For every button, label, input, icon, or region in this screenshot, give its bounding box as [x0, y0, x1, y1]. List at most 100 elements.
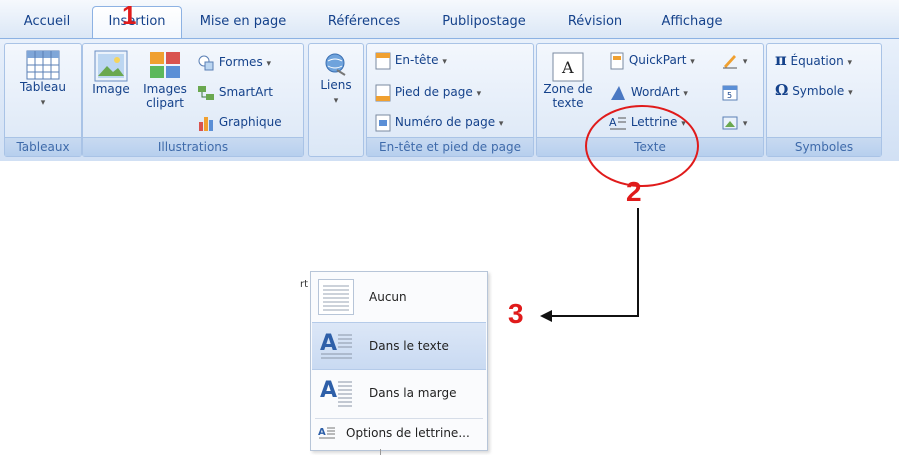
chevron-down-icon: ▾ — [848, 88, 853, 98]
smartart-label: SmartArt — [218, 85, 273, 99]
images-clipart-label-2: clipart — [146, 96, 184, 110]
dropcap-option-aucun-label: Aucun — [369, 290, 407, 304]
tableau-button[interactable]: Tableau ▾ — [9, 50, 77, 110]
dropcap-option-dans-le-texte-label: Dans le texte — [369, 339, 449, 353]
menu-separator — [315, 418, 483, 419]
graphique-button[interactable]: Graphique — [197, 112, 282, 132]
tab-mise-en-page[interactable]: Mise en page — [196, 10, 290, 34]
chevron-down-icon: ▾ — [333, 96, 339, 106]
clipart-icon — [150, 52, 180, 78]
chevron-down-icon: ▾ — [742, 119, 748, 129]
annotation-step-3: 3 — [508, 298, 524, 329]
drop-cap-in-text-icon: A — [320, 331, 352, 359]
pi-icon: π — [775, 50, 787, 69]
omega-icon: Ω — [775, 81, 789, 99]
annotation-arrow — [540, 208, 639, 322]
object-icon — [722, 116, 738, 129]
formes-label: Formes — [218, 55, 263, 69]
image-button[interactable]: Image — [87, 50, 135, 96]
tableau-label: Tableau — [20, 80, 66, 94]
footer-icon — [375, 84, 391, 101]
chevron-down-icon: ▾ — [690, 57, 695, 67]
tab-insertion[interactable]: Insertion — [92, 6, 182, 39]
quickpart-icon — [610, 52, 624, 69]
smartart-button[interactable]: SmartArt — [197, 82, 273, 102]
group-caption-symboles: Symboles — [767, 137, 881, 156]
options-de-lettrine-item[interactable]: A Options de lettrine... — [312, 421, 486, 445]
annotation-step-1: 1 — [122, 0, 137, 30]
drop-cap-options-icon: A — [318, 427, 335, 439]
chevron-down-icon: ▾ — [683, 89, 688, 99]
tab-affichage[interactable]: Affichage — [650, 10, 734, 34]
pied-de-page-label: Pied de page — [394, 85, 473, 99]
group-entete-pied: En-tête ▾ Pied de page ▾ Numéro de page … — [366, 43, 534, 157]
drop-cap-none-icon — [318, 279, 354, 315]
header-icon — [375, 52, 391, 69]
smartart-icon — [198, 85, 214, 100]
annotation-circle — [585, 105, 699, 187]
zone-de-texte-label-2: texte — [552, 96, 584, 110]
document-edge — [380, 449, 381, 455]
group-illustrations: Image Images clipart Formes ▾ SmartArt G… — [82, 43, 304, 157]
quickpart-button[interactable]: QuickPart ▾ — [609, 50, 695, 70]
symbole-label: Symbole — [792, 84, 845, 98]
signature-line-button[interactable]: ▾ — [721, 50, 747, 70]
svg-text:A: A — [320, 378, 337, 403]
symbole-button[interactable]: Ω Symbole ▾ — [775, 80, 853, 100]
chevron-down-icon: ▾ — [442, 57, 447, 67]
numero-de-page-label: Numéro de page — [394, 115, 496, 129]
group-caption-illustrations: Illustrations — [83, 137, 303, 156]
dropcap-option-dans-la-marge[interactable]: A Dans la marge — [312, 370, 486, 416]
formes-button[interactable]: Formes ▾ — [197, 52, 271, 72]
svg-text:5: 5 — [727, 91, 732, 100]
shapes-icon — [198, 55, 214, 70]
tab-references[interactable]: Références — [320, 10, 408, 34]
group-tableaux: Tableau ▾ Tableaux — [4, 43, 82, 157]
chevron-down-icon: ▾ — [40, 98, 46, 108]
signature-icon — [723, 54, 737, 68]
annotation-step-2: 2 — [626, 176, 642, 207]
group-caption-tableaux: Tableaux — [5, 137, 81, 156]
group-liens: Liens ▾ — [308, 43, 364, 157]
liens-button[interactable]: Liens ▾ — [312, 52, 360, 108]
entete-label: En-tête — [394, 53, 439, 67]
text-box-icon: A — [552, 52, 584, 82]
picture-icon — [94, 50, 128, 82]
group-symboles: π Équation ▾ Ω Symbole ▾ Symboles — [766, 43, 882, 157]
chart-icon — [199, 116, 213, 131]
object-button[interactable]: ▾ — [721, 112, 747, 132]
dropcap-option-aucun[interactable]: Aucun — [312, 274, 486, 320]
dropcap-option-dans-la-marge-label: Dans la marge — [369, 386, 457, 400]
ribbon: Tableau ▾ Tableaux Image Images clipart — [0, 38, 899, 161]
equation-label: Équation — [790, 54, 844, 68]
dropcap-option-dans-le-texte[interactable]: A Dans le texte — [312, 322, 486, 370]
globe-link-icon — [325, 53, 346, 76]
entete-button[interactable]: En-tête ▾ — [375, 50, 447, 70]
svg-text:A: A — [318, 427, 326, 438]
liens-label: Liens — [320, 78, 352, 92]
lettrine-dropdown-menu: Aucun A Dans le texte A Dans la marge A … — [310, 271, 488, 451]
image-label: Image — [92, 82, 130, 96]
graphique-label: Graphique — [218, 115, 282, 129]
table-icon — [26, 50, 60, 80]
wordart-label: WordArt — [630, 85, 680, 99]
svg-text:A: A — [561, 58, 574, 77]
wordart-icon — [611, 85, 625, 100]
options-de-lettrine-label: Options de lettrine... — [346, 426, 470, 440]
images-clipart-button[interactable]: Images clipart — [139, 50, 191, 110]
chevron-down-icon: ▾ — [266, 59, 272, 69]
chevron-down-icon: ▾ — [476, 89, 482, 99]
group-caption-entete: En-tête et pied de page — [367, 137, 533, 156]
tab-revision[interactable]: Révision — [558, 10, 632, 34]
calendar-icon: 5 — [722, 85, 738, 100]
tab-publipostage[interactable]: Publipostage — [434, 10, 534, 34]
quickpart-label: QuickPart — [628, 53, 687, 67]
zone-de-texte-button[interactable]: A Zone de texte — [541, 52, 595, 110]
numero-de-page-button[interactable]: Numéro de page ▾ — [375, 112, 503, 132]
pied-de-page-button[interactable]: Pied de page ▾ — [375, 82, 481, 102]
wordart-button[interactable]: WordArt ▾ — [609, 82, 688, 102]
date-time-button[interactable]: 5 — [721, 82, 739, 102]
equation-button[interactable]: π Équation ▾ — [775, 50, 852, 70]
page-number-icon — [375, 114, 391, 131]
tab-accueil[interactable]: Accueil — [10, 10, 84, 34]
